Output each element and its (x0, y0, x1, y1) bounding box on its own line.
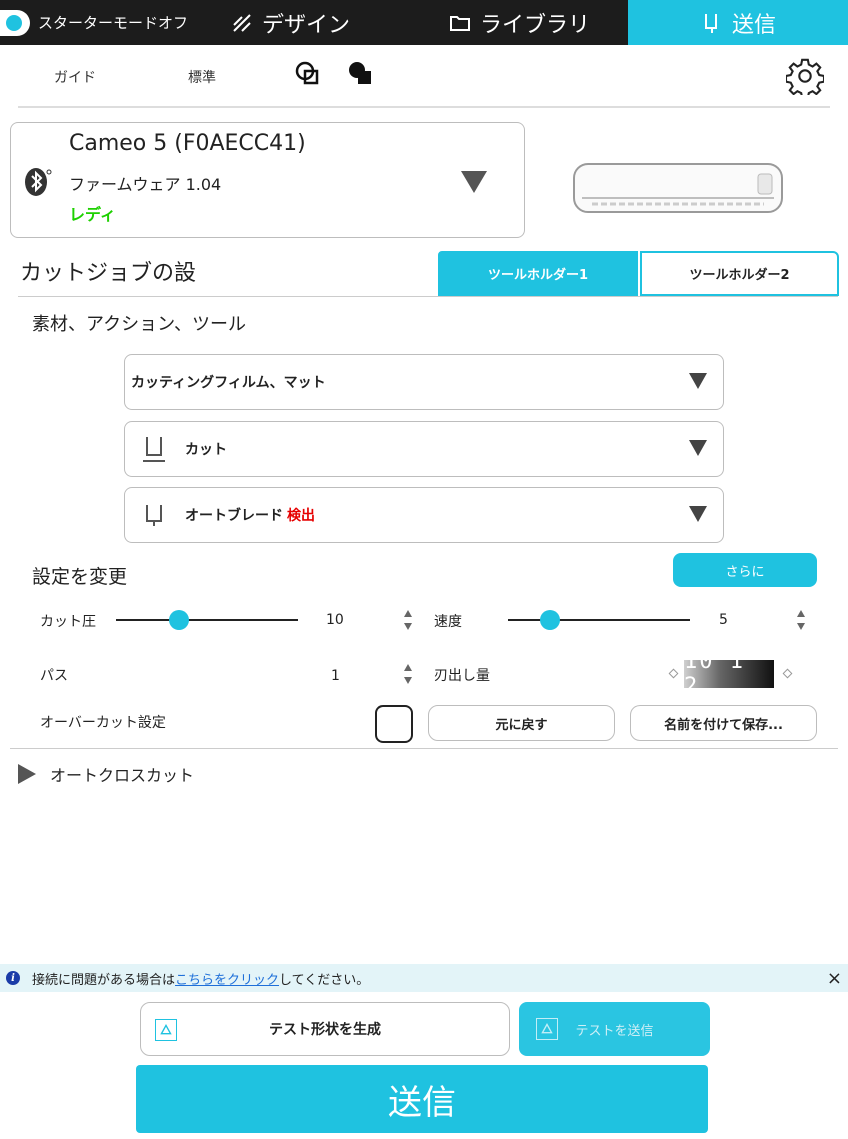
expand-arrow-icon (18, 764, 36, 784)
info-text-before: 接続に問題がある場合は (32, 972, 176, 988)
bluetooth-icon (25, 168, 52, 196)
action-dropdown[interactable]: カット (124, 421, 724, 477)
material-dropdown[interactable]: カッティングフィルム、マット (124, 354, 724, 410)
reset-button[interactable]: 元に戻す (428, 705, 615, 741)
filled-shapes-icon[interactable] (346, 59, 376, 89)
dropdown-arrow-icon (689, 373, 707, 389)
starter-mode-label: スターターモードオフ (38, 14, 189, 32)
speed-label: 速度 (434, 614, 462, 630)
triangle-icon (155, 1019, 177, 1041)
cut-action-icon (143, 437, 165, 462)
slider-track (508, 619, 690, 621)
action-value: カット (185, 442, 227, 458)
device-name: Cameo 5 (F0AECC41) (69, 131, 306, 156)
folder-icon (450, 15, 470, 31)
tab-send-label: 送信 (731, 12, 776, 38)
save-as-button[interactable]: 名前を付けて保存... (630, 705, 817, 741)
help-link[interactable]: こちらをクリック (175, 973, 279, 988)
starter-mode-toggle[interactable] (0, 10, 30, 36)
cut-job-settings-title: カットジョブの設 (20, 261, 197, 286)
dropdown-arrow-icon (689, 440, 707, 456)
top-bar: スターターモードオフ デザイン ライブラリ 送信 (0, 0, 848, 45)
tab-send[interactable]: 送信 (628, 0, 848, 45)
generate-test-label: テスト形状を生成 (269, 1022, 381, 1038)
blade-tool-icon (146, 505, 162, 526)
toolbar: ガイド 標準 (0, 45, 848, 107)
tool-dropdown[interactable]: オートブレード 検出 (124, 487, 724, 543)
send-test-label: テストを送信 (575, 1023, 654, 1039)
tab-design-label: デザイン (262, 12, 351, 38)
info-text-after: してください。 (279, 972, 370, 988)
standard-view-button[interactable]: 標準 (188, 67, 216, 87)
overcut-label: オーバーカット設定 (40, 715, 166, 731)
info-icon: i (6, 971, 20, 985)
increase-icon[interactable] (782, 668, 793, 679)
slider-thumb[interactable] (540, 610, 560, 630)
send-button[interactable]: 送信 (136, 1065, 708, 1133)
dropdown-arrow-icon[interactable] (461, 171, 487, 193)
device-selector[interactable]: Cameo 5 (F0AECC41) ファームウェア 1.04 レディ (10, 122, 525, 238)
force-slider[interactable] (116, 610, 298, 630)
force-spinner-icon[interactable] (401, 606, 415, 634)
more-settings-button[interactable]: さらに (673, 553, 817, 587)
connection-info-bar: i 接続に問題がある場合はこちらをクリックしてください。 × (0, 964, 848, 992)
passes-label: パス (40, 668, 68, 684)
firmware-version: ファームウェア 1.04 (69, 175, 222, 194)
blade-holder-icon (704, 13, 717, 33)
tool-detected-badge: 検出 (287, 508, 315, 524)
tab-tool-holder-1[interactable]: ツールホルダー1 (438, 251, 638, 296)
device-status: レディ (69, 205, 116, 224)
info-message: 接続に問題がある場合はこちらをクリックしてください。 (32, 969, 369, 988)
change-settings-title: 設定を変更 (32, 566, 128, 588)
design-icon (233, 13, 251, 32)
speed-slider[interactable] (508, 610, 690, 630)
tab-library[interactable]: ライブラリ (448, 0, 590, 45)
blade-depth-dial[interactable]: 10 1 2 (684, 649, 774, 699)
close-icon[interactable]: × (827, 968, 842, 989)
materials-section-title: 素材、アクション、ツール (32, 314, 247, 335)
send-test-button[interactable]: テストを送信 (519, 1002, 710, 1056)
divider (10, 748, 838, 749)
overcut-checkbox[interactable] (375, 705, 413, 743)
autocross-label: オートクロスカット (50, 766, 195, 785)
outline-shapes-icon[interactable] (293, 59, 323, 89)
dropdown-arrow-icon (689, 506, 707, 522)
divider (18, 296, 838, 297)
tab-design[interactable]: デザイン (230, 0, 350, 45)
slider-track (116, 619, 298, 621)
decrease-icon[interactable] (668, 668, 679, 679)
tab-tool-holder-2[interactable]: ツールホルダー2 (640, 251, 839, 296)
gear-icon[interactable] (786, 57, 824, 95)
force-value: 10 (326, 612, 344, 628)
material-value: カッティングフィルム、マット (131, 375, 326, 391)
triangle-icon (536, 1018, 558, 1040)
guide-button[interactable]: ガイド (54, 67, 96, 87)
slider-thumb[interactable] (169, 610, 189, 630)
tool-value: オートブレード (185, 508, 283, 524)
blade-depth-label: 刃出し量 (434, 668, 490, 684)
cutting-machine-image (573, 163, 783, 213)
divider (18, 106, 830, 108)
generate-test-shape-button[interactable]: テスト形状を生成 (140, 1002, 510, 1056)
passes-value: 1 (331, 668, 340, 684)
speed-spinner-icon[interactable] (794, 606, 808, 634)
autocross-expander[interactable]: オートクロスカット (18, 762, 194, 786)
tab-library-label: ライブラリ (480, 12, 591, 38)
speed-value: 5 (719, 612, 728, 628)
force-label: カット圧 (40, 614, 96, 630)
passes-spinner-icon[interactable] (401, 660, 415, 688)
